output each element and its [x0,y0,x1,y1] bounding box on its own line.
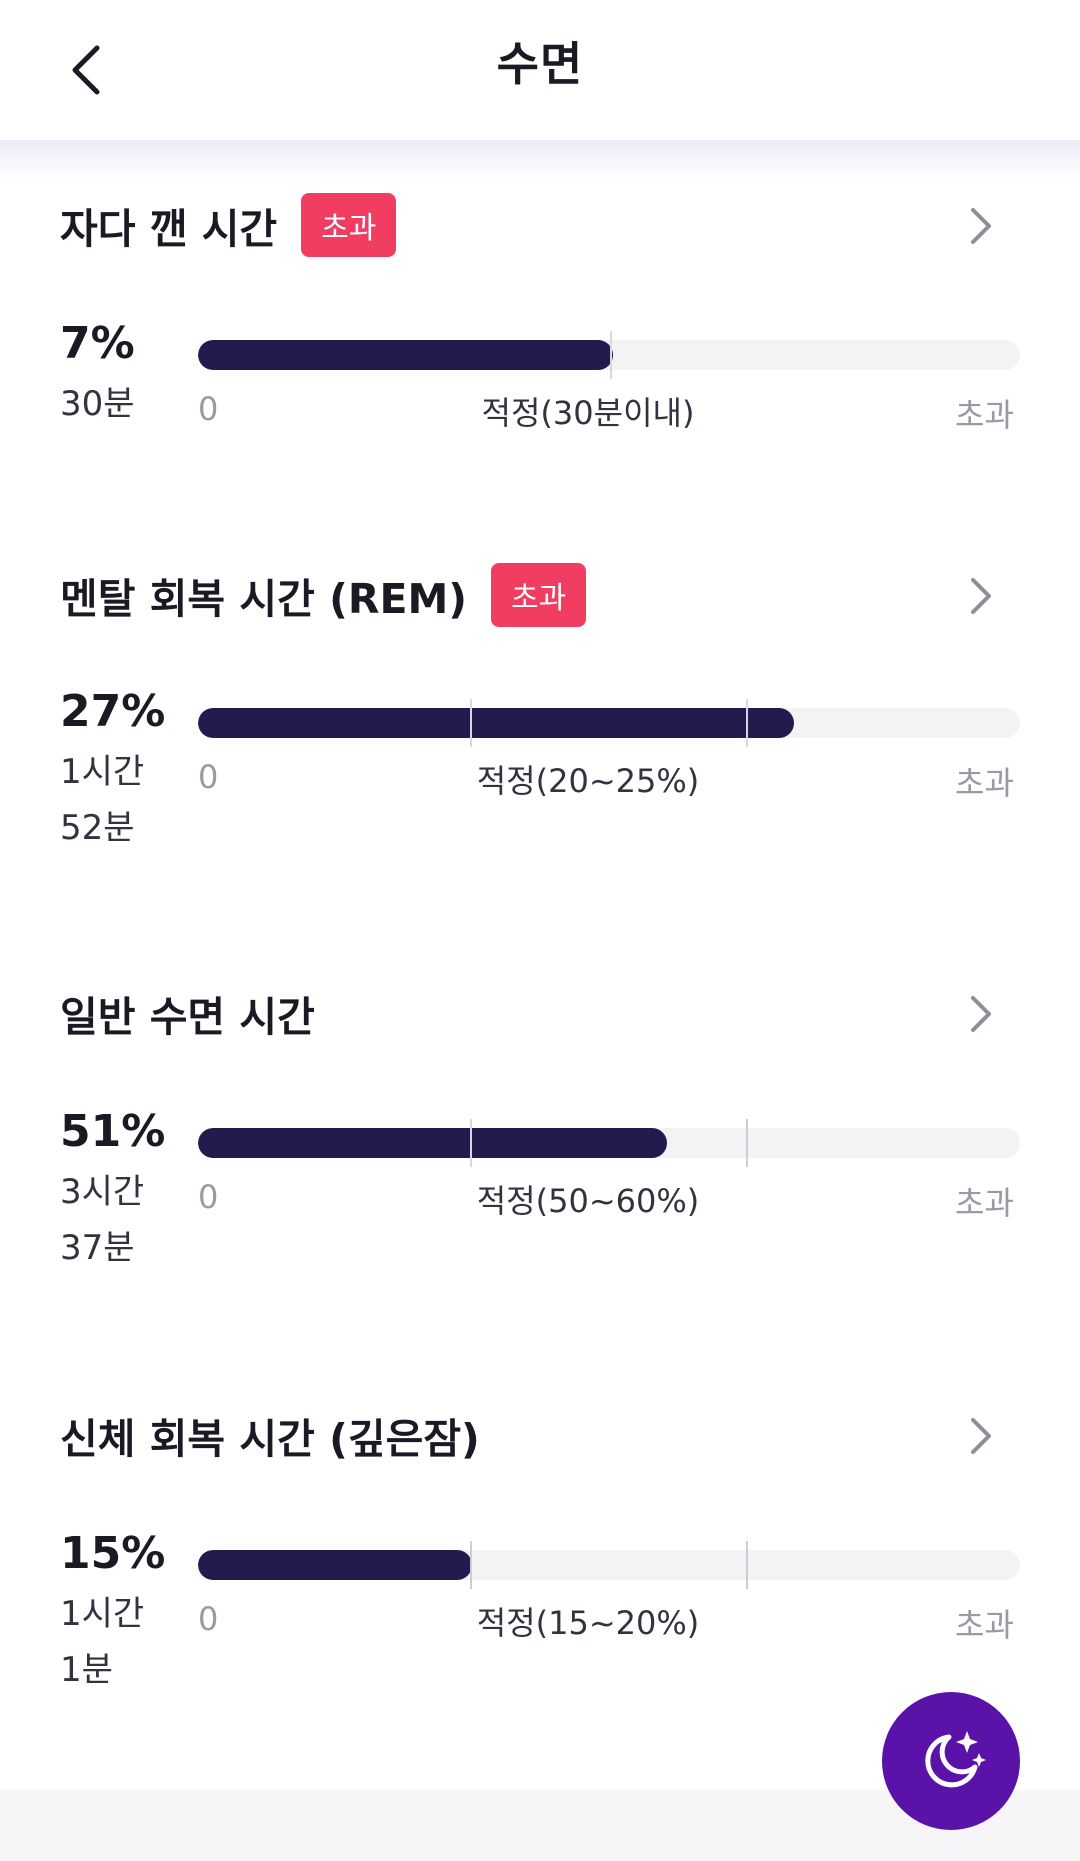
scale-max: 초과 [955,1606,1014,1644]
scale-max: 초과 [955,1184,1014,1222]
range-tick-high [746,1541,748,1589]
percent-value: 15% [60,1528,166,1579]
percent-value: 7% [60,318,135,369]
range-tick-low [470,1541,472,1589]
section-header: 멘탈 회복 시간 (REM) 초과 [60,560,587,630]
scale-min: 0 [198,1178,219,1216]
progress-track [198,340,1020,370]
detail-button[interactable] [957,572,1005,620]
chevron-right-icon [971,996,991,1032]
section-title: 멘탈 회복 시간 (REM) [60,575,467,623]
duration-value: 1시간 [60,1594,145,1634]
range-tick-high [746,1119,748,1167]
duration-value-minutes: 52분 [60,808,135,848]
sleep-page: 수면 자다 깬 시간 초과 7% 30분 0 적정(30분이내) 초과 멘탈 회… [0,0,1080,1861]
section-header: 신체 회복 시간 (깊은잠) [60,1400,480,1470]
page-title: 수면 [496,37,584,91]
chevron-right-icon [971,1418,991,1454]
section-header: 자다 깬 시간 초과 [60,190,397,260]
scale-optimal: 적정(15~20%) [476,1604,700,1642]
progress-fill [198,1550,472,1580]
sleep-mode-fab[interactable] [882,1692,1020,1830]
scale-min: 0 [198,1600,219,1638]
range-tick [610,331,612,379]
percent-value: 51% [60,1106,166,1157]
chevron-right-icon [971,578,991,614]
duration-value-minutes: 1분 [60,1650,113,1690]
progress-track [198,708,1020,738]
percent-value: 27% [60,686,166,737]
progress-fill [198,1128,667,1158]
scale-min: 0 [198,758,219,796]
moon-stars-icon [925,1731,986,1788]
range-tick-low [470,1119,472,1167]
top-bar: 수면 [0,0,1080,145]
progress-fill [198,708,794,738]
scale-optimal: 적정(30분이내) [481,394,695,432]
header-divider [0,140,1080,180]
scale-min: 0 [198,390,219,428]
duration-value: 30분 [60,384,135,424]
progress-fill [198,340,614,370]
detail-button[interactable] [957,990,1005,1038]
duration-value-minutes: 37분 [60,1228,135,1268]
section-title: 자다 깬 시간 [60,205,278,253]
status-badge: 초과 [301,193,397,257]
scale-max: 초과 [955,396,1014,434]
duration-value: 3시간 [60,1172,145,1212]
range-tick-low [470,699,472,747]
progress-track [198,1128,1020,1158]
status-badge: 초과 [491,563,587,627]
section-title: 신체 회복 시간 (깊은잠) [60,1415,480,1463]
duration-value: 1시간 [60,752,145,792]
detail-button[interactable] [957,202,1005,250]
section-title: 일반 수면 시간 [60,993,315,1041]
scale-max: 초과 [955,764,1014,802]
detail-button[interactable] [957,1412,1005,1460]
chevron-right-icon [971,208,991,244]
scale-optimal: 적정(50~60%) [476,1182,700,1220]
scale-optimal: 적정(20~25%) [476,762,700,800]
section-header: 일반 수면 시간 [60,978,315,1048]
range-tick-high [746,699,748,747]
progress-track [198,1550,1020,1580]
